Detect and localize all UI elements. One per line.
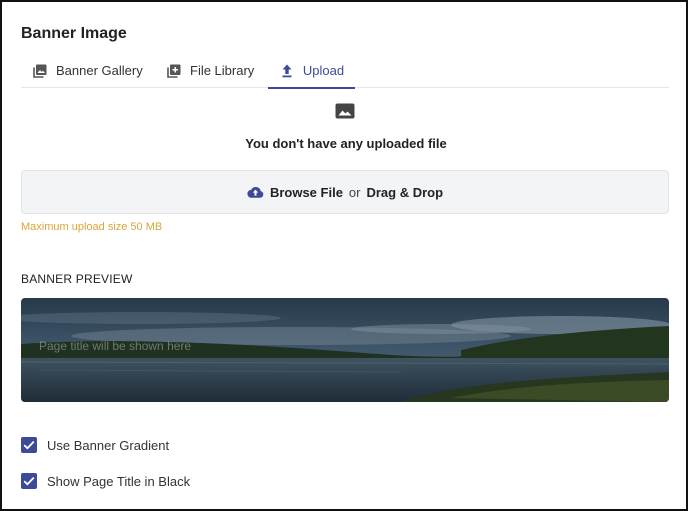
tab-label: File Library (190, 63, 255, 78)
image-icon (335, 103, 355, 119)
tab-label: Upload (302, 63, 345, 78)
checkbox-label: Show Page Title in Black (47, 473, 191, 489)
banner-preview-label: BANNER PREVIEW (21, 272, 133, 286)
max-upload-size-note: Maximum upload size 50 MB (21, 221, 163, 233)
checkmark-icon (23, 476, 35, 486)
tab-upload[interactable]: Upload (268, 58, 355, 89)
add-box-icon (167, 64, 181, 78)
upload-icon (282, 64, 292, 78)
browse-file-link[interactable]: Browse File (270, 185, 343, 200)
checkmark-icon (23, 440, 35, 450)
use-banner-gradient-option[interactable]: Use Banner Gradient (21, 437, 169, 453)
section-title: Banner Image (21, 25, 127, 42)
banner-preview-image: Page title will be shown here (21, 298, 669, 402)
show-page-title-black-option[interactable]: Show Page Title in Black (21, 473, 190, 489)
show-page-title-black-checkbox[interactable] (21, 473, 37, 489)
tab-file-library[interactable]: File Library (166, 63, 254, 93)
drag-drop-label: Drag & Drop (366, 184, 444, 200)
or-text: or (348, 184, 361, 200)
tab-bar: Banner Gallery File Library Upload (21, 58, 669, 89)
cloud-upload-icon (247, 186, 264, 198)
gallery-icon (33, 64, 47, 78)
banner-image-panel: Banner Image Banner Gallery File Library (0, 0, 688, 511)
tab-banner-gallery[interactable]: Banner Gallery (32, 63, 143, 93)
tab-label: Banner Gallery (56, 63, 143, 78)
upload-dropzone[interactable]: Browse File or Drag & Drop (21, 170, 669, 214)
use-banner-gradient-checkbox[interactable] (21, 437, 37, 453)
empty-state-text: You don't have any uploaded file (245, 136, 447, 151)
page-title-placeholder: Page title will be shown here (39, 339, 192, 353)
checkbox-label: Use Banner Gradient (47, 437, 170, 453)
